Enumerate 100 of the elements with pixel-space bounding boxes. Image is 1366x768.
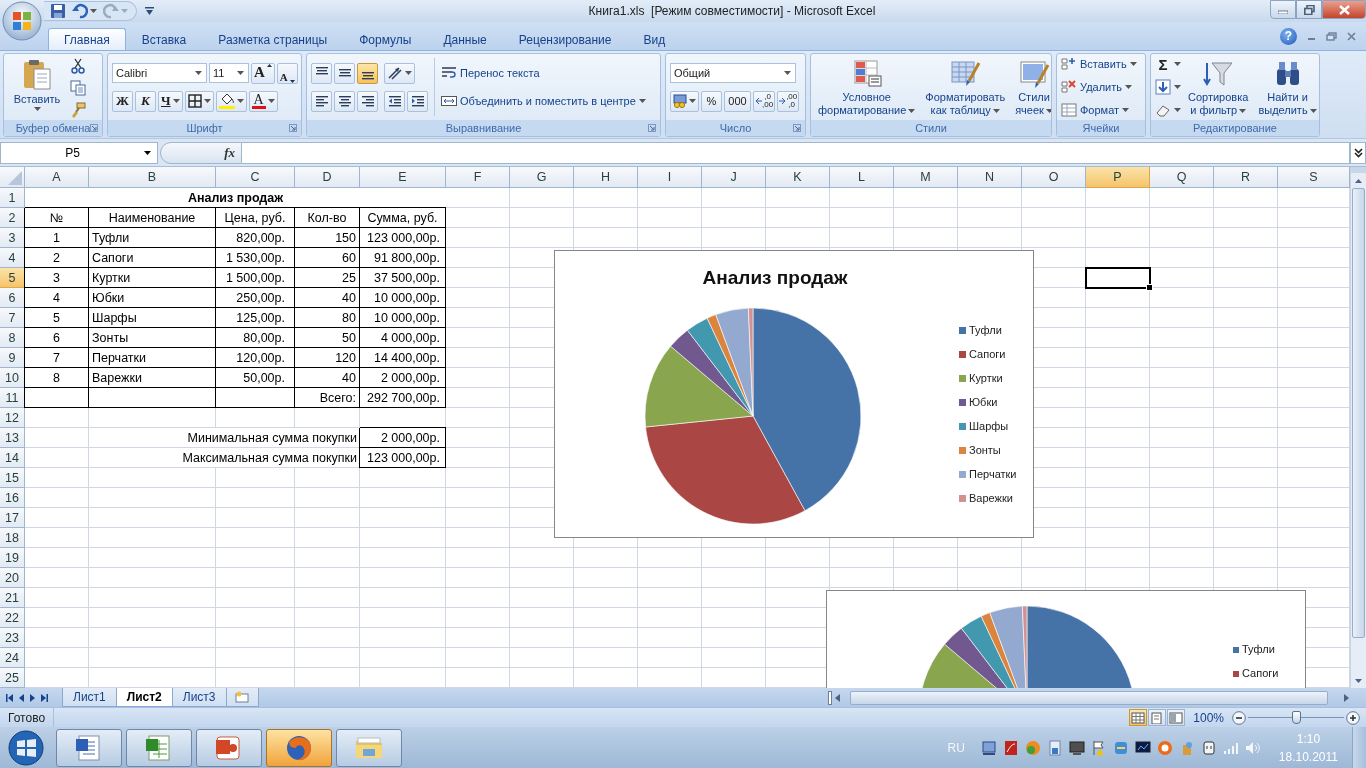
column-header[interactable]: P [1086,167,1150,188]
column-header[interactable]: L [830,167,894,188]
taskbar-button[interactable] [266,728,332,767]
paste-button[interactable]: Вставить [8,55,66,119]
dialog-launcher-icon[interactable] [289,124,297,132]
borders-button[interactable] [184,90,214,112]
document-icon[interactable] [1002,739,1019,756]
chart-screen-icon[interactable] [1134,739,1151,756]
column-header[interactable]: C [216,167,295,188]
ribbon-tab[interactable]: Рецензирование [502,28,628,50]
row-header[interactable]: 24 [0,648,25,668]
zoom-level[interactable]: 100% [1193,710,1224,725]
office-button[interactable] [2,1,42,41]
row-header[interactable]: 1 [0,188,25,208]
row-header[interactable]: 10 [0,368,25,388]
row-header[interactable]: 3 [0,228,25,248]
zoom-slider[interactable] [1248,710,1344,725]
ribbon-tab[interactable]: Вид [627,28,682,50]
first-sheet-icon[interactable] [6,693,13,702]
decrease-decimal-button[interactable]: ,00 ,0 [777,90,800,112]
fill-color-button[interactable] [215,90,247,112]
scroll-left-icon[interactable] [834,693,842,702]
align-center-button[interactable] [334,90,355,112]
taskbar-button[interactable] [196,728,262,767]
row-header[interactable]: 7 [0,308,25,328]
zoom-slider-thumb[interactable] [1292,710,1301,724]
font-name-field[interactable]: Calibri [112,63,207,83]
row-header[interactable]: 20 [0,568,25,588]
page-layout-button[interactable] [1148,709,1167,726]
ribbon-tab[interactable]: Данные [427,28,503,50]
increase-decimal-button[interactable]: ,0 ,00 [753,90,776,112]
ring-icon[interactable] [1156,739,1173,756]
row-header[interactable]: 14 [0,448,25,468]
comma-style-button[interactable]: 000 [724,90,751,112]
column-header[interactable]: K [766,167,830,188]
column-header[interactable]: A [25,167,89,188]
row-header[interactable]: 13 [0,428,25,448]
insert-cells-button[interactable]: Вставить [1061,54,1137,74]
row-header[interactable]: 6 [0,288,25,308]
monitor-icon[interactable] [980,739,997,756]
insert-sheet-button[interactable] [225,688,259,707]
previous-sheet-icon[interactable] [19,693,24,702]
ribbon-tab[interactable]: Вставка [125,28,203,50]
grow-font-button[interactable]: A [251,62,275,84]
last-sheet-icon[interactable] [41,693,48,702]
ribbon-tab[interactable]: Главная [48,28,126,50]
dialog-launcher-icon[interactable] [793,124,801,132]
column-header[interactable]: H [574,167,638,188]
row-header[interactable]: 18 [0,528,25,548]
taskbar-button[interactable] [126,728,192,767]
scrollbar-thumb[interactable] [1352,188,1365,638]
sheet-tab[interactable]: Лист2 [115,688,173,707]
column-header[interactable]: G [510,167,574,188]
find-select-button[interactable]: Найти и выделить [1255,55,1319,119]
row-header[interactable]: 22 [0,608,25,628]
bottom-align-button[interactable] [357,62,378,84]
font-size-field[interactable]: 11 [209,63,249,83]
close-icon[interactable] [1347,31,1356,41]
page-break-button[interactable] [1167,709,1186,726]
conditional-formatting-button[interactable]: Условное форматирование [815,55,919,119]
zoom-in-icon[interactable] [1346,710,1360,725]
underline-button[interactable]: Ч [158,90,183,112]
row-header[interactable]: 4 [0,248,25,268]
row-header[interactable]: 21 [0,588,25,608]
delete-cells-button[interactable]: Удалить [1061,77,1137,97]
number-format-field[interactable]: Общий [670,63,796,83]
split-box-icon[interactable] [828,690,832,705]
row-header[interactable]: 15 [0,468,25,488]
column-header[interactable]: B [89,167,216,188]
format-as-table-button[interactable]: Форматировать как таблицу [922,55,1009,119]
format-painter-icon[interactable] [70,102,86,118]
contact-card-icon[interactable] [1046,739,1063,756]
taskbar-button[interactable] [336,728,402,767]
selected-cell[interactable] [1086,268,1150,288]
row-header[interactable]: 11 [0,388,25,408]
row-header[interactable]: 25 [0,668,25,688]
save-icon[interactable] [50,3,66,19]
dialog-launcher-icon[interactable] [90,124,98,132]
cell-styles-button[interactable]: Стили ячеек [1012,55,1051,119]
column-header[interactable]: S [1278,167,1350,188]
cut-icon[interactable] [70,58,86,74]
ribbon-tab[interactable]: Разметка страницы [202,28,344,50]
row-header[interactable]: 8 [0,328,25,348]
column-header[interactable]: R [1214,167,1278,188]
format-cells-button[interactable]: Формат [1061,100,1137,120]
sheet-tab[interactable]: Лист3 [171,688,227,707]
merge-center-button[interactable]: Объединить и поместить в центре [441,91,646,111]
column-header[interactable]: O [1022,167,1086,188]
expand-formula-bar-icon[interactable] [1350,141,1366,164]
sort-filter-button[interactable]: Сортировка и фильтр [1185,55,1252,119]
close-button[interactable] [1322,0,1366,19]
row-header[interactable]: 12 [0,408,25,428]
copy-icon[interactable] [70,80,86,96]
undo-icon[interactable] [72,3,88,19]
wrap-text-button[interactable]: Перенос текста [441,63,540,83]
column-header[interactable]: F [446,167,510,188]
dialog-launcher-icon[interactable] [648,124,656,132]
screen-icon[interactable] [1068,739,1085,756]
column-header[interactable]: M [894,167,958,188]
column-header[interactable]: J [702,167,766,188]
